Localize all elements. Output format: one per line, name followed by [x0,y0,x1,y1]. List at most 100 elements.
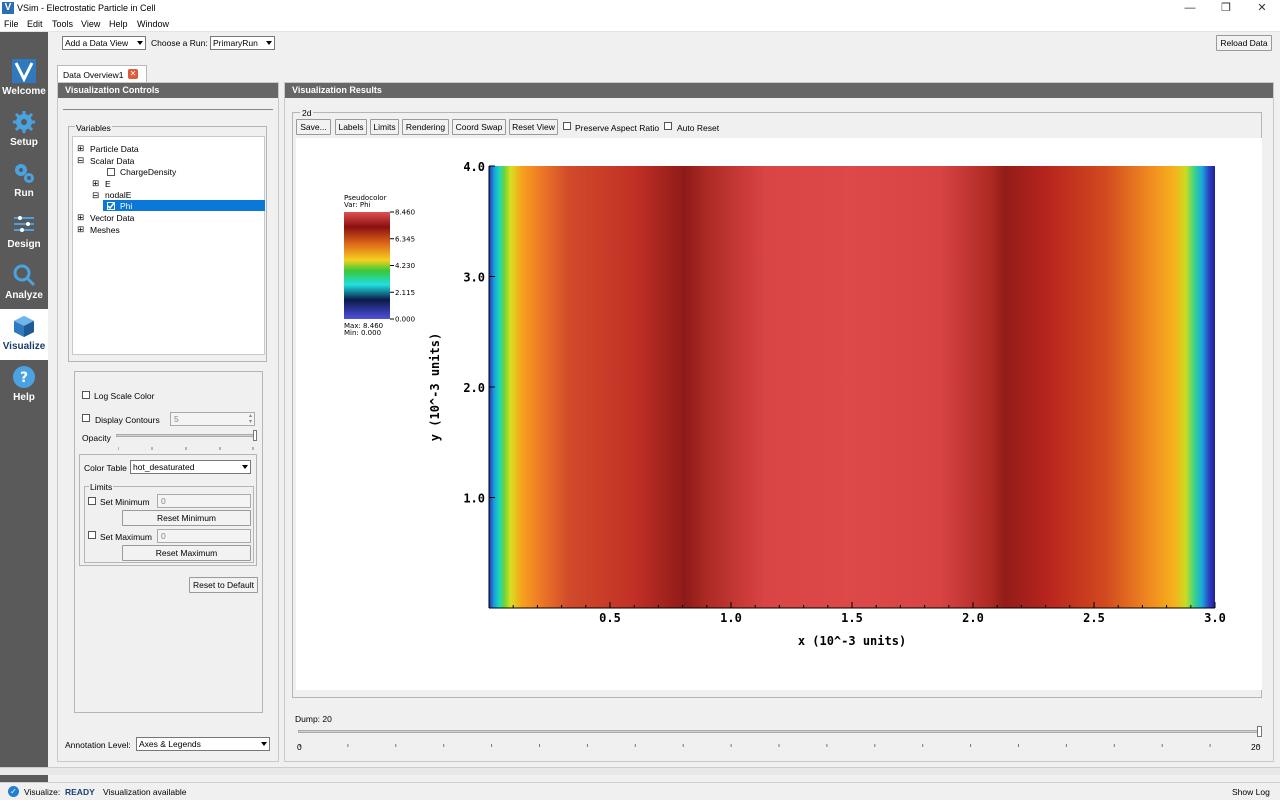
check-circle-icon: ✓ [8,786,19,797]
menu-tools[interactable]: Tools [52,19,73,29]
contours-value: 5 [174,414,179,424]
chevron-down-icon [137,41,143,45]
log-scale-label: Log Scale Color [94,391,155,401]
x-tick-label: 2.5 [1083,611,1105,625]
save-button[interactable]: Save... [296,119,331,135]
checkbox-phi-checked[interactable] [107,202,115,210]
minimize-button[interactable]: — [1172,0,1208,17]
limits-button[interactable]: Limits [370,119,399,135]
opacity-slider-handle[interactable] [253,430,257,441]
tree-item-vector-data[interactable]: Vector Data [90,213,134,223]
show-log-button[interactable]: Show Log [1232,787,1270,797]
tree-item-meshes[interactable]: Meshes [90,225,120,235]
window-title: VSim - Electrostatic Particle in Cell [17,3,156,13]
tree-item-e[interactable]: E [105,179,111,189]
annotation-level-label: Annotation Level: [65,740,131,750]
checkbox-charge-density[interactable] [107,168,115,176]
set-maximum-checkbox[interactable] [88,531,96,539]
x-tick-label: 0.5 [599,611,621,625]
preserve-aspect-checkbox[interactable] [563,122,571,130]
reset-minimum-button[interactable]: Reset Minimum [122,510,251,526]
annotation-level-dropdown[interactable]: Axes & Legends [136,737,270,751]
reset-maximum-button[interactable]: Reset Maximum [122,545,251,561]
gear-icon [12,110,36,134]
log-scale-checkbox[interactable] [82,391,90,399]
status-separator [0,767,1280,775]
opacity-slider[interactable] [116,434,256,437]
tab-label: Data Overview1 [63,70,124,80]
dump-slider[interactable] [298,730,1261,733]
sidebar-label-help: Help [13,392,35,403]
plot-canvas[interactable]: 0.5 1.0 1.5 2.0 2.5 3.0 1.0 2.0 3.0 4.0 x (10^-3… [296,138,1262,690]
expand-icon[interactable]: ⊞ [92,178,99,189]
choose-run-label: Choose a Run: [151,38,208,48]
choose-run-dropdown[interactable]: PrimaryRun [210,36,275,50]
auto-reset-checkbox[interactable] [664,122,672,130]
menu-view[interactable]: View [81,19,100,29]
display-contours-checkbox[interactable] [82,414,90,422]
restore-button[interactable]: ❐ [1208,0,1244,17]
phi-heatmap-plot[interactable]: 0.5 1.0 1.5 2.0 2.5 3.0 1.0 2.0 3.0 4.0 x (10^-3… [296,138,1262,690]
tree-item-nodale[interactable]: nodalE [105,190,131,200]
x-tick-label: 3.0 [1204,611,1226,625]
sidebar-item-help[interactable]: ? Help [0,360,48,411]
status-bar: ✓ Visualize: READY Visualization availab… [0,782,1280,800]
menu-help[interactable]: Help [109,19,128,29]
menu-edit[interactable]: Edit [27,19,43,29]
set-maximum-label: Set Maximum [100,532,152,542]
contours-spinbox[interactable]: 5 ▴ ▾ [170,412,255,426]
sidebar-item-run[interactable]: Run [0,156,48,207]
tree-item-scalar-data[interactable]: Scalar Data [90,156,134,166]
set-minimum-checkbox[interactable] [88,497,96,505]
status-message: Visualization available [103,787,187,797]
tree-item-particle-data[interactable]: Particle Data [90,144,139,154]
labels-button[interactable]: Labels [335,119,367,135]
opacity-label: Opacity [82,433,111,443]
variables-tree[interactable]: ⊞ Particle Data ⊟ Scalar Data ChargeDens… [72,136,265,355]
maximum-input[interactable]: 0 [157,529,251,543]
spin-arrows-icon[interactable]: ▴ ▾ [249,413,252,425]
sidebar-item-setup[interactable]: Setup [0,105,48,156]
expand-icon[interactable]: ⊞ [77,212,84,223]
sidebar-item-visualize[interactable]: Visualize [0,309,48,360]
tab-data-overview[interactable]: Data Overview1 ✕ [57,65,147,82]
x-axis-label: x (10^-3 units) [798,634,906,648]
expand-icon[interactable]: ⊞ [77,143,84,154]
sidebar-item-analyze[interactable]: Analyze [0,258,48,309]
heatmap-field [489,166,1215,608]
minimum-input[interactable]: 0 [157,494,251,508]
coord-swap-button[interactable]: Coord Swap [452,119,506,135]
gears-icon [12,161,36,185]
tree-item-charge-density[interactable]: ChargeDensity [120,167,176,177]
color-table-value: hot_desaturated [133,462,195,472]
title-bar: V VSim - Electrostatic Particle in Cell … [0,0,1280,17]
reload-data-button[interactable]: Reload Data [1216,35,1272,51]
sidebar-item-design[interactable]: Design [0,207,48,258]
collapse-icon[interactable]: ⊟ [77,155,84,166]
collapse-icon[interactable]: ⊟ [92,190,99,201]
add-data-view-dropdown[interactable]: Add a Data View [62,36,146,50]
reset-view-button[interactable]: Reset View [509,119,558,135]
dump-slider-ticks [299,740,1259,747]
tree-item-phi[interactable]: Phi [120,201,132,211]
help-icon: ? [12,365,36,389]
menu-window[interactable]: Window [137,19,169,29]
opacity-ticks [117,442,254,450]
menu-file[interactable]: File [4,19,19,29]
x-tick-label: 1.0 [720,611,742,625]
reset-to-default-button[interactable]: Reset to Default [189,577,258,593]
choose-run-value: PrimaryRun [213,38,258,48]
status-label: Visualize: [24,787,61,797]
color-table-dropdown[interactable]: hot_desaturated [130,460,251,474]
sidebar-label-visualize: Visualize [2,341,46,352]
dump-slider-handle[interactable] [1257,726,1262,737]
expand-icon[interactable]: ⊞ [77,224,84,235]
close-window-button[interactable]: ✕ [1244,0,1280,17]
display-contours-label: Display Contours [95,415,160,425]
close-tab-icon[interactable]: ✕ [128,69,138,79]
vsim-logo-icon [12,59,36,83]
limits-title: Limits [89,482,114,492]
rendering-button[interactable]: Rendering [402,119,449,135]
sidebar-item-welcome[interactable]: Welcome [0,54,48,105]
navigation-sidebar: Welcome Setup Run Design Analyze Visuali… [0,32,48,800]
